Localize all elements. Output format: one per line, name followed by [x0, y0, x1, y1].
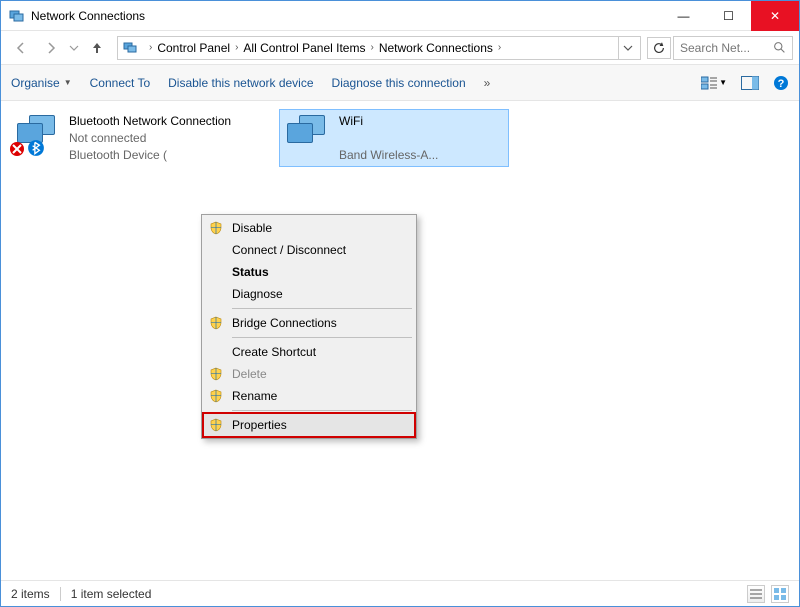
network-item-bluetooth[interactable]: Bluetooth Network Connection Not connect…: [9, 109, 259, 167]
icons-view-button[interactable]: [771, 585, 789, 603]
menu-separator: [232, 410, 412, 411]
chevron-right-icon[interactable]: ›: [498, 42, 501, 53]
content-area: Bluetooth Network Connection Not connect…: [1, 101, 799, 580]
menu-bridge[interactable]: Bridge Connections: [204, 312, 414, 334]
app-icon: [9, 8, 25, 24]
address-bar[interactable]: › Control Panel › All Control Panel Item…: [117, 36, 641, 60]
address-bar-row: › Control Panel › All Control Panel Item…: [1, 31, 799, 65]
menu-rename[interactable]: Rename: [204, 385, 414, 407]
help-button[interactable]: ?: [773, 75, 789, 91]
search-placeholder: Search Net...: [680, 41, 750, 55]
wifi-network-icon: [283, 113, 331, 153]
item-status: Not connected: [69, 130, 231, 147]
address-dropdown-button[interactable]: [618, 37, 636, 59]
diagnose-button[interactable]: Diagnose this connection: [332, 76, 466, 90]
recent-locations-button[interactable]: [67, 36, 81, 60]
menu-separator: [232, 337, 412, 338]
menu-properties[interactable]: Properties: [204, 414, 414, 436]
svg-text:?: ?: [778, 78, 785, 90]
overflow-button[interactable]: »: [484, 76, 491, 90]
shield-icon: [208, 388, 224, 404]
window-title: Network Connections: [31, 9, 661, 23]
minimize-button[interactable]: —: [661, 1, 706, 31]
item-name: WiFi: [339, 113, 438, 130]
item-device: Band Wireless-A...: [339, 147, 438, 164]
context-menu: Disable Connect / Disconnect Status Diag…: [201, 214, 417, 439]
shield-icon: [208, 366, 224, 382]
selection-count: 1 item selected: [71, 587, 152, 601]
chevron-right-icon[interactable]: ›: [235, 42, 238, 53]
details-view-button[interactable]: [747, 585, 765, 603]
item-device: Bluetooth Device (: [69, 147, 231, 164]
network-item-wifi[interactable]: WiFi Band Wireless-A...: [279, 109, 509, 167]
menu-diagnose[interactable]: Diagnose: [204, 283, 414, 305]
location-icon: [122, 39, 140, 57]
menu-delete: Delete: [204, 363, 414, 385]
refresh-button[interactable]: [647, 37, 671, 59]
item-count: 2 items: [11, 587, 50, 601]
back-button[interactable]: [7, 36, 35, 60]
item-device-line2: [339, 130, 438, 147]
organise-menu[interactable]: Organise▼: [11, 76, 72, 90]
shield-icon: [208, 417, 224, 433]
menu-connect[interactable]: Connect / Disconnect: [204, 239, 414, 261]
menu-create-shortcut[interactable]: Create Shortcut: [204, 341, 414, 363]
menu-disable[interactable]: Disable: [204, 217, 414, 239]
menu-separator: [232, 308, 412, 309]
chevron-right-icon[interactable]: ›: [149, 42, 152, 53]
up-button[interactable]: [83, 36, 111, 60]
search-icon: [773, 41, 786, 54]
forward-button[interactable]: [37, 36, 65, 60]
connect-to-button[interactable]: Connect To: [90, 76, 151, 90]
title-bar: Network Connections — ☐ ✕: [1, 1, 799, 31]
breadcrumb-segment[interactable]: Network Connections: [379, 41, 493, 55]
shield-icon: [208, 220, 224, 236]
search-input[interactable]: Search Net...: [673, 36, 793, 60]
breadcrumb-segment[interactable]: All Control Panel Items: [243, 41, 365, 55]
command-bar: Organise▼ Connect To Disable this networ…: [1, 65, 799, 101]
breadcrumb-segment[interactable]: Control Panel: [157, 41, 230, 55]
menu-status[interactable]: Status: [204, 261, 414, 283]
view-options-button[interactable]: ▼: [701, 76, 727, 90]
status-bar: 2 items 1 item selected: [1, 580, 799, 606]
chevron-right-icon[interactable]: ›: [370, 42, 373, 53]
maximize-button[interactable]: ☐: [706, 1, 751, 31]
close-button[interactable]: ✕: [751, 1, 799, 31]
bluetooth-network-icon: [13, 113, 61, 153]
item-name: Bluetooth Network Connection: [69, 113, 231, 130]
preview-pane-button[interactable]: [741, 76, 759, 90]
shield-icon: [208, 315, 224, 331]
disable-device-button[interactable]: Disable this network device: [168, 76, 313, 90]
